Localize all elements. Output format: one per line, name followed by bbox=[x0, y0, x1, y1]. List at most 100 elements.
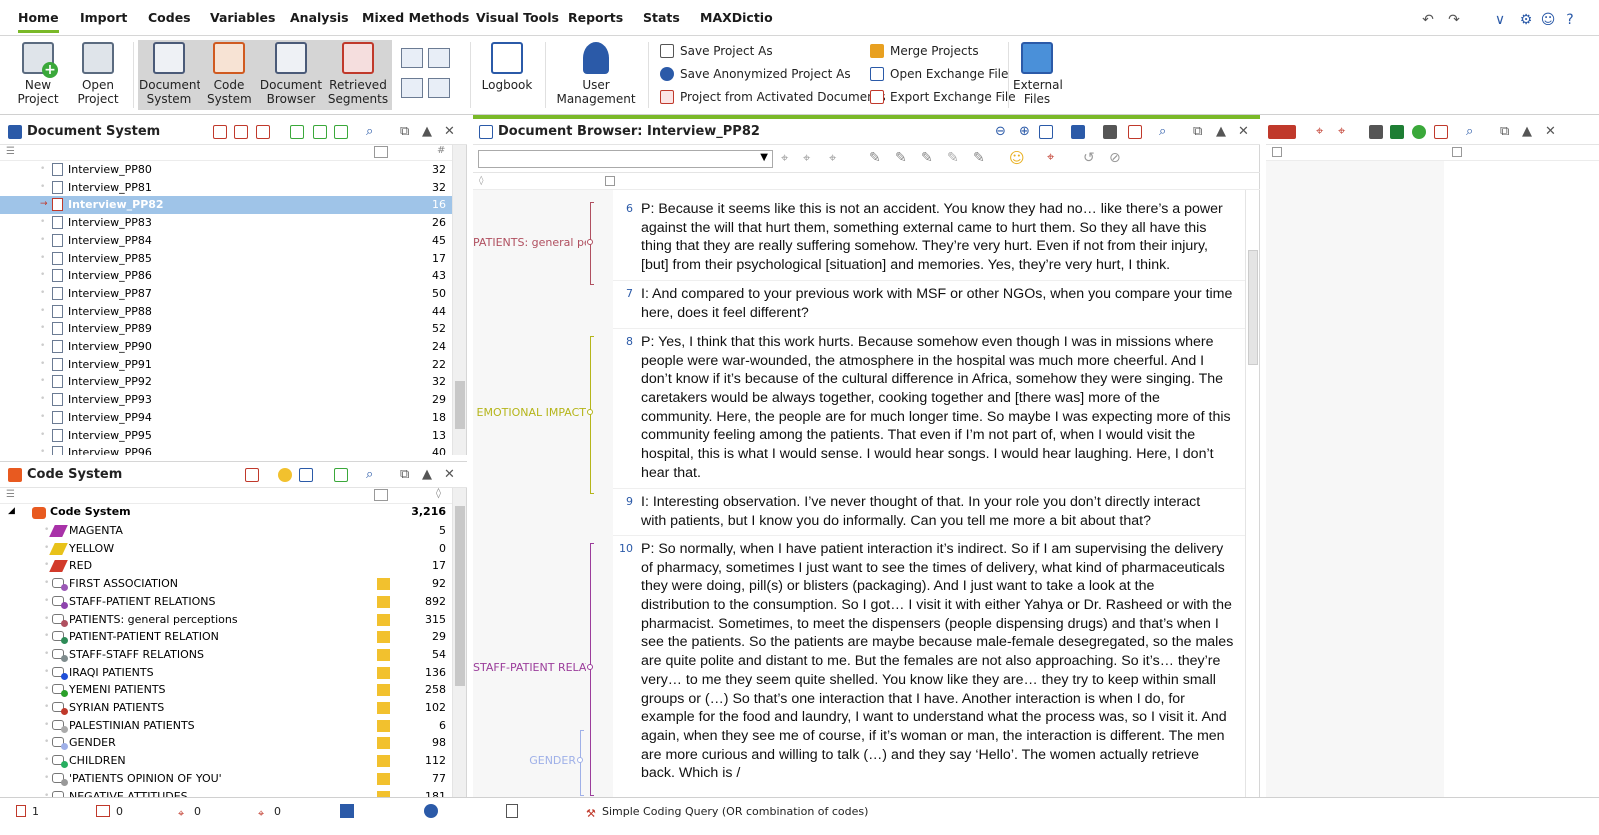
code-collapse-icon[interactable]: ▲ bbox=[422, 467, 432, 482]
new-project-button[interactable]: + New Project bbox=[8, 40, 68, 110]
document-row[interactable]: • Interview_PP93 29 bbox=[0, 391, 452, 409]
undock-icon[interactable]: ⧉ bbox=[400, 124, 409, 139]
excel-icon[interactable] bbox=[1390, 125, 1404, 139]
code-stripe-label[interactable]: STAFF-PATIENT RELATI bbox=[473, 661, 586, 674]
highlight-3-icon[interactable]: ✎ bbox=[921, 150, 933, 166]
edit-document-icon[interactable] bbox=[1071, 125, 1085, 139]
status-set-icon[interactable] bbox=[340, 804, 354, 818]
rs-export-icon[interactable] bbox=[1434, 125, 1448, 139]
expand-icon[interactable]: ◢ bbox=[8, 506, 15, 516]
code-close-icon[interactable]: ✕ bbox=[444, 467, 455, 482]
layout-1-icon[interactable] bbox=[401, 48, 423, 68]
open-project-button[interactable]: Open Project bbox=[68, 40, 128, 110]
document-row[interactable]: • Interview_PP95 13 bbox=[0, 427, 452, 445]
web-icon[interactable] bbox=[1412, 125, 1426, 139]
status-query[interactable]: ⚒ Simple Coding Query (OR combination of … bbox=[586, 805, 868, 820]
memo-icon[interactable] bbox=[377, 684, 390, 697]
rs-collapse-icon[interactable]: ▲ bbox=[1522, 124, 1532, 139]
status-doc-icon[interactable] bbox=[506, 804, 518, 818]
browser-undock-icon[interactable]: ⧉ bbox=[1193, 124, 1202, 139]
project-from-activated-button[interactable]: Project from Activated Documents bbox=[660, 88, 886, 106]
status-user-icon[interactable] bbox=[424, 804, 438, 818]
undo-icon[interactable]: ↶ bbox=[1420, 12, 1436, 28]
merge-projects-button[interactable]: Merge Projects bbox=[870, 42, 979, 60]
code-row[interactable]: • IRAQI PATIENTS 136 bbox=[0, 664, 452, 682]
search-icon[interactable]: ⌕ bbox=[366, 124, 373, 139]
activate-codes-icon[interactable] bbox=[245, 468, 259, 482]
emoticon-icon[interactable]: ☺ bbox=[1009, 149, 1025, 167]
layout-4-icon[interactable] bbox=[428, 78, 450, 98]
code-search-icon[interactable]: ⌕ bbox=[366, 467, 373, 482]
layout-2-icon[interactable] bbox=[428, 48, 450, 68]
paragraph-text[interactable]: I: And compared to your previous work wi… bbox=[641, 285, 1232, 322]
gear-icon[interactable]: ⚙ bbox=[1518, 12, 1534, 28]
rs-close-icon[interactable]: ✕ bbox=[1545, 124, 1556, 139]
code-row[interactable]: • STAFF-STAFF RELATIONS 54 bbox=[0, 646, 452, 664]
memo-icon[interactable] bbox=[377, 631, 390, 644]
chevron-down-icon[interactable]: ∨ bbox=[1492, 12, 1508, 28]
code-row[interactable]: • MAGENTA 5 bbox=[0, 522, 452, 540]
memo-icon[interactable] bbox=[377, 578, 390, 591]
menu-codes[interactable]: Codes bbox=[148, 10, 191, 25]
code-new-icon[interactable]: ⌖ bbox=[803, 151, 810, 166]
rs-undock-icon[interactable]: ⧉ bbox=[1500, 124, 1509, 139]
code-row[interactable]: • SYRIAN PATIENTS 102 bbox=[0, 699, 452, 717]
print-icon[interactable] bbox=[1103, 125, 1117, 139]
zoom-percent-icon[interactable] bbox=[1039, 125, 1053, 139]
highlight-5-icon[interactable]: ✎ bbox=[973, 150, 985, 166]
filter-docs-icon[interactable] bbox=[256, 125, 270, 139]
new-doc-group-icon[interactable] bbox=[334, 125, 348, 139]
code-stripe-dot[interactable] bbox=[587, 664, 593, 670]
help-icon[interactable]: ? bbox=[1562, 12, 1578, 28]
code-system-scroll-thumb[interactable] bbox=[455, 506, 465, 686]
document-row[interactable]: → Interview_PP82 16 bbox=[0, 196, 452, 215]
code-row[interactable]: • STAFF-PATIENT RELATIONS 892 bbox=[0, 593, 452, 611]
code-stripe-dot[interactable] bbox=[577, 757, 583, 763]
rs-print-icon[interactable] bbox=[1369, 125, 1383, 139]
document-row[interactable]: • Interview_PP90 24 bbox=[0, 338, 452, 356]
code-stripe-dot[interactable] bbox=[587, 239, 593, 245]
menu-analysis[interactable]: Analysis bbox=[290, 10, 349, 25]
redo-icon[interactable]: ↷ bbox=[1446, 12, 1462, 28]
code-row[interactable]: • PALESTINIAN PATIENTS 6 bbox=[0, 717, 452, 735]
document-row[interactable]: • Interview_PP85 17 bbox=[0, 250, 452, 268]
code-row[interactable]: • GENDER 98 bbox=[0, 734, 452, 752]
zoom-in-icon[interactable]: ⊕ bbox=[1019, 124, 1030, 139]
zoom-out-icon[interactable]: ⊖ bbox=[995, 124, 1006, 139]
code-row[interactable]: • PATIENTS: general perceptions 315 bbox=[0, 611, 452, 629]
browser-search-icon[interactable]: ⌕ bbox=[1159, 124, 1166, 139]
menu-visual-tools[interactable]: Visual Tools bbox=[476, 10, 559, 25]
menu-maxdictio[interactable]: MAXDictio bbox=[700, 10, 773, 25]
document-row[interactable]: • Interview_PP81 32 bbox=[0, 179, 452, 197]
rs-search-icon[interactable]: ⌕ bbox=[1466, 124, 1473, 139]
collapse-icon[interactable]: ▲ bbox=[422, 124, 432, 139]
save-project-as-button[interactable]: Save Project As bbox=[660, 42, 773, 60]
browser-collapse-icon[interactable]: ▲ bbox=[1216, 124, 1226, 139]
remove-coding-icon[interactable]: ⊘ bbox=[1109, 150, 1121, 166]
code-row[interactable]: • FIRST ASSOCIATION 92 bbox=[0, 575, 452, 593]
menu-variables[interactable]: Variables bbox=[210, 10, 275, 25]
code-stripe-bracket[interactable] bbox=[580, 730, 584, 796]
document-browser-button[interactable]: Document Browser bbox=[258, 40, 324, 110]
code-stripe-label[interactable]: GENDER bbox=[473, 754, 576, 767]
export-exchange-button[interactable]: Export Exchange File bbox=[870, 88, 1016, 106]
documents-icon[interactable] bbox=[234, 125, 248, 139]
emoticode-icon[interactable] bbox=[278, 468, 292, 482]
retrieved-segments-button[interactable]: Retrieved Segments bbox=[324, 40, 392, 110]
document-row[interactable]: • Interview_PP83 26 bbox=[0, 214, 452, 232]
paragraph-text[interactable]: I: Interesting observation. I’ve never t… bbox=[641, 493, 1200, 530]
document-row[interactable]: • Interview_PP91 22 bbox=[0, 356, 452, 374]
open-exchange-button[interactable]: Open Exchange File bbox=[870, 65, 1008, 83]
memo-icon[interactable] bbox=[377, 702, 390, 714]
document-browser-scrollbar[interactable] bbox=[1245, 190, 1259, 797]
memo-icon[interactable] bbox=[377, 737, 390, 750]
code-row[interactable]: • PATIENT-PATIENT RELATION 29 bbox=[0, 628, 452, 646]
code-stripe-bracket[interactable] bbox=[590, 336, 594, 494]
smiley-icon[interactable]: ☺ bbox=[1540, 12, 1556, 28]
menu-import[interactable]: Import bbox=[80, 10, 127, 25]
document-system-scrollbar[interactable] bbox=[452, 145, 466, 455]
memo-icon[interactable] bbox=[377, 648, 390, 661]
memo-icon[interactable] bbox=[377, 595, 390, 608]
document-row[interactable]: • Interview_PP84 45 bbox=[0, 232, 452, 250]
memo-icon[interactable] bbox=[377, 613, 390, 626]
